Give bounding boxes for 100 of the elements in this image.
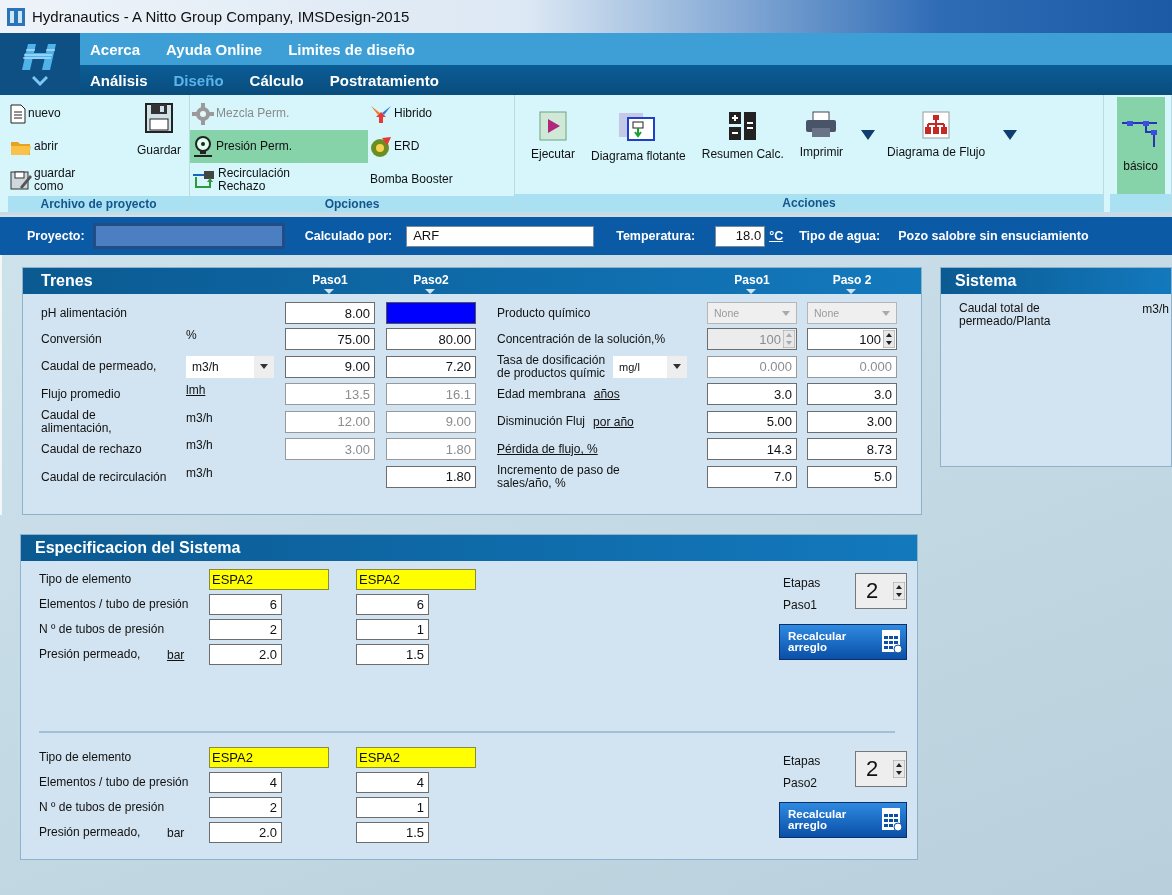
row-label: Concentración de la solución,% xyxy=(497,332,666,346)
pass-label: Paso2 xyxy=(783,774,819,792)
unit-link[interactable]: por año xyxy=(593,414,634,429)
number-field[interactable]: 6 xyxy=(209,594,282,615)
row-label: Elementos / tubo de presión xyxy=(39,598,190,611)
stages-spinner[interactable]: 2 xyxy=(855,573,907,609)
ribbon-button[interactable]: Diagrama flotante xyxy=(587,109,690,165)
ribbon-button[interactable]: básico xyxy=(1116,97,1165,194)
unit-link[interactable]: lmh xyxy=(186,383,285,406)
document-icon xyxy=(10,103,26,124)
number-field[interactable]: 6 xyxy=(356,594,429,615)
ribbon-button[interactable]: guardar como xyxy=(8,163,128,196)
org-chart-icon xyxy=(922,111,951,139)
column-header: Paso2 xyxy=(386,273,476,294)
number-field[interactable]: 7.0 xyxy=(707,465,797,488)
number-field[interactable]: 9.00 xyxy=(285,355,375,378)
menu-tab[interactable]: Análisis xyxy=(90,71,148,89)
number-field[interactable]: 3.0 xyxy=(707,383,797,406)
menu-tab[interactable]: Cálculo xyxy=(249,71,304,89)
number-field[interactable]: 2 xyxy=(209,797,282,818)
caret-icon xyxy=(260,364,268,370)
number-field[interactable]: 1 xyxy=(356,619,429,640)
number-field[interactable]: 1.5 xyxy=(356,822,429,843)
number-field[interactable]: 5.0 xyxy=(807,465,897,488)
row-label: Disminución Fluj xyxy=(497,415,586,429)
number-field[interactable]: 80.00 xyxy=(386,328,476,350)
dropdown-button[interactable] xyxy=(861,130,876,140)
ribbon-button[interactable]: Presión Perm. xyxy=(190,130,368,163)
recalculate-button[interactable]: Recalcular arreglo xyxy=(779,802,907,839)
spin-field[interactable]: 100 xyxy=(807,328,897,350)
ribbon-button[interactable]: Resumen Calc. xyxy=(697,109,788,163)
stages-spinner[interactable]: 2 xyxy=(855,751,907,787)
number-field[interactable]: 3.00 xyxy=(807,410,897,433)
caret-icon xyxy=(782,310,790,316)
unit-link[interactable]: °C xyxy=(769,229,784,243)
unit-label: m3/h xyxy=(186,465,214,482)
ribbon-button[interactable]: Diagrama de Flujo xyxy=(883,109,990,161)
menu-tab[interactable]: Postratamiento xyxy=(329,71,439,89)
number-field[interactable]: 8.73 xyxy=(807,438,897,461)
unit-dropdown[interactable]: mg/l xyxy=(613,355,688,378)
number-field[interactable]: 75.00 xyxy=(285,328,375,350)
caret-icon xyxy=(882,310,890,316)
field-label: Tipo de agua: xyxy=(799,229,881,243)
number-field[interactable]: 14.3 xyxy=(707,438,797,461)
group-label: Opciones xyxy=(190,196,514,212)
element-type-field[interactable]: ESPA2 xyxy=(209,747,329,768)
ribbon-button[interactable]: nuevo xyxy=(8,97,128,130)
number-field[interactable]: 5.00 xyxy=(707,410,797,433)
number-field[interactable]: 8.00 xyxy=(285,302,375,324)
number-field[interactable]: 1.5 xyxy=(356,644,429,665)
dropdown-button[interactable] xyxy=(1003,130,1018,140)
number-field[interactable]: 4 xyxy=(209,772,282,793)
group-label-strip xyxy=(1110,194,1171,212)
number-field[interactable]: 2.0 xyxy=(209,644,282,665)
unit-link[interactable]: años xyxy=(593,387,620,402)
recalculate-button[interactable]: Recalcular arreglo xyxy=(779,624,907,661)
column-header: Paso1 xyxy=(707,273,797,294)
up-down-arrows-icon xyxy=(783,330,795,348)
row-label: Tasa de dosificación de productos químic xyxy=(497,354,606,380)
row-label: Elementos / tubo de presión xyxy=(39,776,190,789)
ribbon-button[interactable]: Hibrido xyxy=(368,97,515,130)
row-label: N º de tubos de presión xyxy=(39,801,166,814)
element-type-field[interactable]: ESPA2 xyxy=(356,569,476,590)
ribbon-button[interactable]: ERD xyxy=(368,130,515,163)
number-field[interactable]: 3.0 xyxy=(807,383,897,406)
play-icon xyxy=(539,111,567,141)
ribbon-button[interactable]: abrir xyxy=(8,130,128,163)
number-field[interactable]: 1 xyxy=(356,797,429,818)
row-label: N º de tubos de presión xyxy=(39,623,166,636)
project-field[interactable] xyxy=(92,223,285,249)
row-label-link[interactable]: Pérdida de flujo, % xyxy=(497,443,598,456)
ribbon-button[interactable]: Recirculación Rechazo xyxy=(190,163,368,196)
up-down-arrows-icon xyxy=(883,330,895,348)
row-label: Flujo promedio xyxy=(41,385,122,403)
ribbon-button[interactable]: Imprimir xyxy=(795,109,848,161)
number-field[interactable]: 1.80 xyxy=(386,465,476,488)
element-type-field[interactable]: ESPA2 xyxy=(356,747,476,768)
row-label: Presión permeado, xyxy=(39,648,142,661)
unit-dropdown[interactable]: m3/h xyxy=(186,355,274,378)
number-field[interactable]: 7.20 xyxy=(386,355,476,378)
element-type-field[interactable]: ESPA2 xyxy=(209,569,329,590)
ribbon-button[interactable]: Bomba Booster xyxy=(368,163,515,196)
row-label: Caudal de alimentación, xyxy=(41,409,113,435)
up-down-arrows-icon xyxy=(893,582,905,600)
number-field[interactable]: 2.0 xyxy=(209,822,282,843)
window-title: Hydranautics - A Nitto Group Company, IMSDesign-2015 xyxy=(32,8,410,25)
number-field[interactable]: 4 xyxy=(356,772,429,793)
row-label: Caudal de recirculación xyxy=(41,468,168,486)
number-field[interactable] xyxy=(386,302,476,324)
ribbon-button[interactable]: Guardar xyxy=(128,97,190,163)
temperature-field[interactable]: 18.0 xyxy=(715,225,766,247)
number-field[interactable]: 2 xyxy=(209,619,282,640)
gear-icon xyxy=(192,102,214,125)
column-header: Paso 2 xyxy=(807,273,897,294)
ribbon-button[interactable]: Ejecutar xyxy=(527,109,580,163)
caret-icon xyxy=(1003,130,1018,140)
calculated-by-field[interactable]: ARF xyxy=(406,225,595,247)
unit-link[interactable]: bar xyxy=(167,647,209,662)
stages-label: Etapas xyxy=(783,753,822,770)
calculator-icon xyxy=(727,111,758,141)
